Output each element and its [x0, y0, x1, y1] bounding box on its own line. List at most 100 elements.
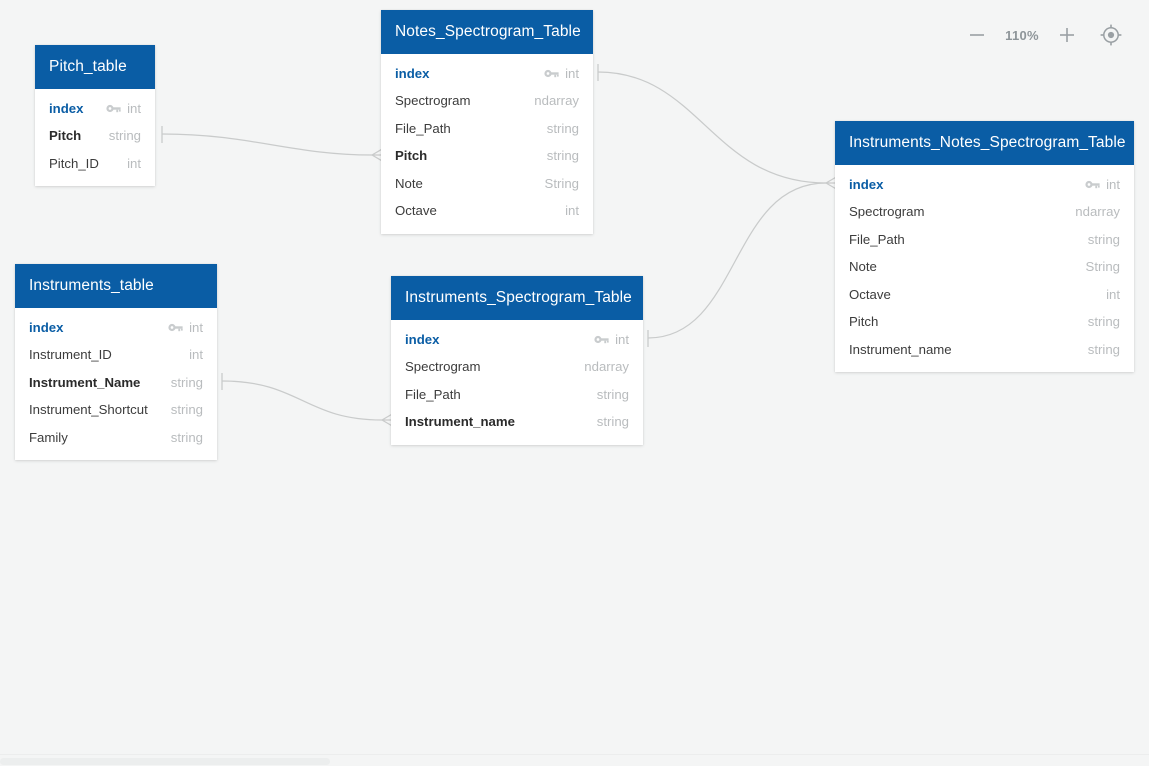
field-row[interactable]: index int	[15, 314, 217, 342]
entity-fields-instruments_notes_spectrogram_table: index int Spectrogram ndarray File_Path strin…	[835, 165, 1134, 373]
field-type: int	[189, 319, 203, 335]
field-name: Spectrogram	[395, 93, 471, 109]
field-row[interactable]: Instrument_ID int	[15, 341, 217, 369]
entity-title-pitch_table: Pitch_table	[35, 45, 155, 89]
entity-table-instruments_table[interactable]: Instruments_table index int Instrument_ID in…	[15, 264, 217, 460]
field-row[interactable]: File_Path string	[391, 381, 643, 409]
field-type: string	[170, 374, 203, 390]
entity-table-pitch_table[interactable]: Pitch_table index int Pitch string Pitch_ID in…	[35, 45, 155, 186]
field-row[interactable]: File_Path string	[835, 226, 1134, 254]
field-row[interactable]: Octave int	[381, 197, 593, 225]
edge-instruments-to-instspec	[221, 373, 395, 428]
field-type: int	[565, 65, 579, 81]
field-type: ndarray	[1075, 204, 1120, 220]
field-row[interactable]: index int	[391, 326, 643, 354]
field-name: Spectrogram	[849, 204, 925, 220]
field-name: Pitch	[395, 148, 428, 164]
field-type: string	[546, 148, 579, 164]
field-row[interactable]: Family string	[15, 424, 217, 452]
zoom-in-button[interactable]	[1045, 18, 1089, 52]
field-type: string	[1087, 231, 1120, 247]
primary-key-icon	[106, 104, 121, 112]
entity-fields-notes_spectrogram_table: index int Spectrogram ndarray File_Path strin…	[381, 54, 593, 234]
field-row[interactable]: Pitch string	[381, 142, 593, 170]
field-name: index	[405, 331, 440, 347]
er-diagram-canvas[interactable]: Pitch_table index int Pitch string Pitch_ID in…	[0, 0, 1149, 766]
field-name: File_Path	[849, 231, 905, 247]
edge-pitch-to-notes	[161, 126, 385, 163]
field-type: String	[1085, 259, 1120, 275]
field-name: Instrument_Name	[29, 374, 141, 390]
field-name: index	[49, 100, 84, 116]
field-type: int	[127, 155, 141, 171]
minus-icon	[970, 34, 984, 36]
field-type: string	[170, 429, 203, 445]
field-row[interactable]: Octave int	[835, 281, 1134, 309]
field-type: string	[170, 402, 203, 418]
field-name: Octave	[395, 203, 437, 219]
field-type: string	[108, 128, 141, 144]
field-type: string	[596, 386, 629, 402]
field-name: File_Path	[395, 120, 451, 136]
field-row[interactable]: Note String	[835, 253, 1134, 281]
entity-fields-instruments_table: index int Instrument_ID int Instrument_Name s…	[15, 308, 217, 461]
field-name: Spectrogram	[405, 359, 481, 375]
field-row[interactable]: Spectrogram ndarray	[835, 198, 1134, 226]
field-row[interactable]: Instrument_name string	[835, 336, 1134, 364]
recenter-view-button[interactable]	[1089, 18, 1133, 52]
field-row[interactable]: Spectrogram ndarray	[381, 87, 593, 115]
field-row[interactable]: Pitch_ID int	[35, 150, 155, 178]
field-name: Instrument_Shortcut	[29, 402, 148, 418]
field-type: ndarray	[584, 359, 629, 375]
field-type: int	[1106, 176, 1120, 192]
field-type: int	[1106, 286, 1120, 302]
field-type: string	[1087, 314, 1120, 330]
primary-key-icon	[594, 335, 609, 343]
entity-table-instruments_spectrogram_table[interactable]: Instruments_Spectrogram_Tableindex int Spe…	[391, 276, 643, 445]
field-name: Instrument_name	[405, 414, 515, 430]
entity-fields-pitch_table: index int Pitch string Pitch_ID int	[35, 89, 155, 187]
field-name: index	[849, 176, 884, 192]
zoom-out-button[interactable]	[955, 18, 999, 52]
field-row[interactable]: Note String	[381, 170, 593, 198]
field-row[interactable]: File_Path string	[381, 115, 593, 143]
primary-key-icon-wrap	[168, 322, 183, 333]
edge-notes-to-instnotes	[597, 64, 839, 191]
field-row[interactable]: Pitch string	[835, 308, 1134, 336]
plus-icon	[1060, 28, 1074, 42]
field-row[interactable]: Spectrogram ndarray	[391, 353, 643, 381]
field-name: Instrument_ID	[29, 347, 112, 363]
entity-title-instruments_notes_spectrogram_table: Instruments_Notes_Spectrogram_Table	[835, 121, 1134, 165]
field-name: Note	[849, 259, 877, 275]
field-name: Pitch	[49, 128, 82, 144]
horizontal-scrollbar[interactable]	[0, 754, 1149, 766]
field-row[interactable]: index int	[381, 60, 593, 88]
primary-key-icon	[168, 323, 183, 331]
field-name: Octave	[849, 286, 891, 302]
field-row[interactable]: Instrument_Name string	[15, 369, 217, 397]
field-type: int	[615, 331, 629, 347]
field-type: string	[1087, 341, 1120, 357]
field-name: index	[29, 319, 64, 335]
field-name: Family	[29, 429, 68, 445]
zoom-toolbar: 110%	[955, 18, 1133, 52]
field-name: Instrument_name	[849, 341, 952, 357]
zoom-level-label: 110%	[1005, 27, 1039, 43]
field-type: int	[565, 203, 579, 219]
field-name: Pitch	[849, 314, 879, 330]
entity-title-instruments_spectrogram_table: Instruments_Spectrogram_Table	[391, 276, 643, 320]
field-row[interactable]: index int	[35, 95, 155, 123]
field-row[interactable]: Pitch string	[35, 122, 155, 150]
field-row[interactable]: Instrument_name string	[391, 408, 643, 436]
field-row[interactable]: index int	[835, 171, 1134, 199]
primary-key-icon	[544, 69, 559, 77]
field-type: String	[544, 175, 579, 191]
horizontal-scrollbar-thumb[interactable]	[0, 758, 330, 765]
entity-table-notes_spectrogram_table[interactable]: Notes_Spectrogram_Table index int Spectrogr…	[381, 10, 593, 234]
primary-key-icon-wrap	[544, 68, 559, 79]
field-name: File_Path	[405, 386, 461, 402]
field-name: Pitch_ID	[49, 155, 99, 171]
edge-instspec-to-instnotes	[647, 182, 827, 347]
field-row[interactable]: Instrument_Shortcut string	[15, 396, 217, 424]
entity-table-instruments_notes_spectrogram_table[interactable]: Instruments_Notes_Spectrogram_Tableindex…	[835, 121, 1134, 372]
